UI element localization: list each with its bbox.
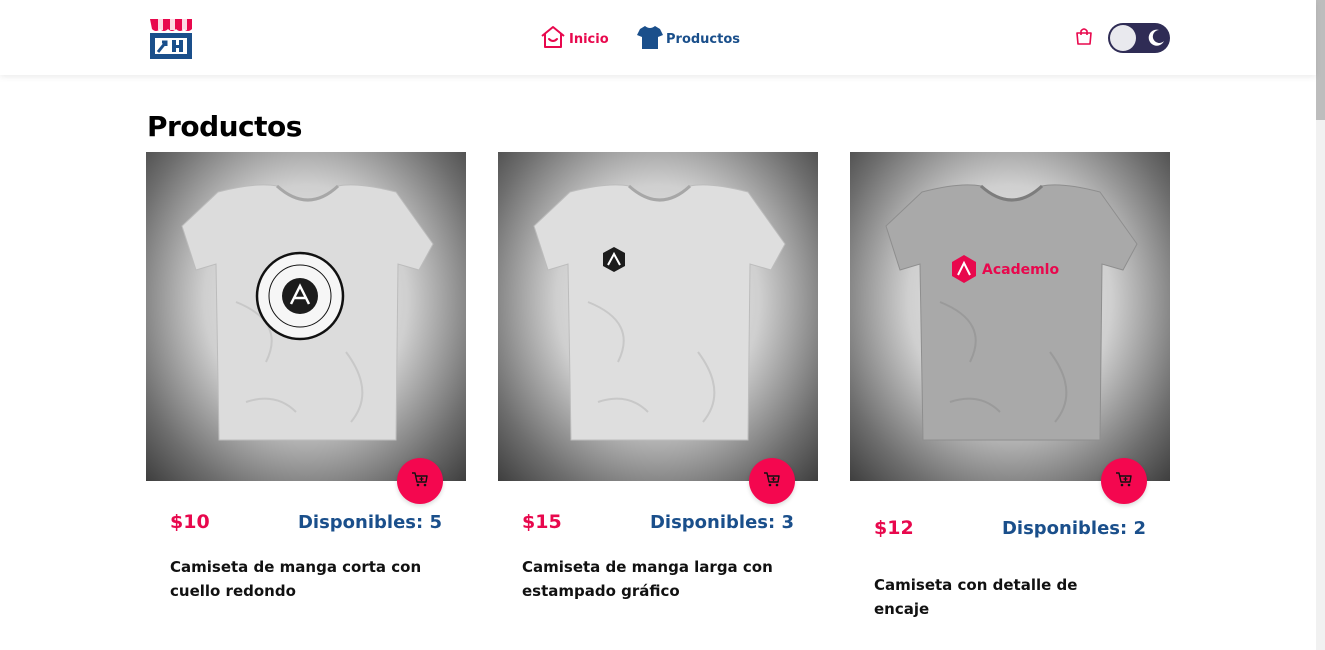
shopping-bag-icon[interactable] — [1075, 27, 1093, 49]
product-price: $15 — [522, 511, 562, 533]
product-name: Camiseta con detalle de encaje — [874, 576, 1078, 618]
product-stock: Disponibles: 5 — [297, 512, 442, 533]
add-to-cart-button[interactable] — [749, 458, 795, 504]
store-logo[interactable] — [148, 15, 194, 61]
tshirt-icon — [637, 24, 666, 54]
product-image[interactable]: Academlo — [850, 152, 1170, 481]
product-card[interactable]: Academlo $12 Disponibles: 2 Camiseta con… — [850, 152, 1170, 618]
nav-link-inicio[interactable]: Inicio — [540, 24, 609, 54]
home-icon — [540, 24, 569, 54]
nav-link-label: Inicio — [569, 31, 609, 47]
product-image[interactable] — [498, 152, 818, 481]
product-name: Camiseta de manga corta con cuello redon… — [170, 558, 422, 600]
toggle-knob — [1110, 25, 1136, 51]
nav-link-productos[interactable]: Productos — [637, 24, 740, 54]
product-stock: Disponibles: 2 — [1001, 518, 1146, 539]
scrollbar-thumb[interactable] — [1316, 0, 1325, 120]
cart-add-icon — [763, 470, 781, 492]
svg-text:Academlo: Academlo — [982, 262, 1059, 278]
product-name: Camiseta de manga larga con estampado gr… — [522, 558, 773, 600]
theme-toggle[interactable] — [1108, 23, 1170, 53]
add-to-cart-button[interactable] — [1101, 458, 1147, 504]
cart-add-icon — [1115, 470, 1133, 492]
add-to-cart-button[interactable] — [397, 458, 443, 504]
product-card[interactable]: $15 Disponibles: 3 Camiseta de manga lar… — [498, 152, 818, 600]
product-price: $12 — [874, 517, 914, 539]
moon-icon — [1147, 29, 1165, 51]
nav-link-label: Productos — [666, 31, 741, 47]
navbar: Inicio Productos — [0, 0, 1316, 75]
cart-add-icon — [411, 470, 429, 492]
product-image[interactable] — [146, 152, 466, 481]
product-card[interactable]: $10 Disponibles: 5 Camiseta de manga cor… — [146, 152, 466, 600]
page-title: Productos — [147, 110, 302, 143]
product-price: $10 — [170, 511, 210, 533]
product-stock: Disponibles: 3 — [649, 512, 794, 533]
